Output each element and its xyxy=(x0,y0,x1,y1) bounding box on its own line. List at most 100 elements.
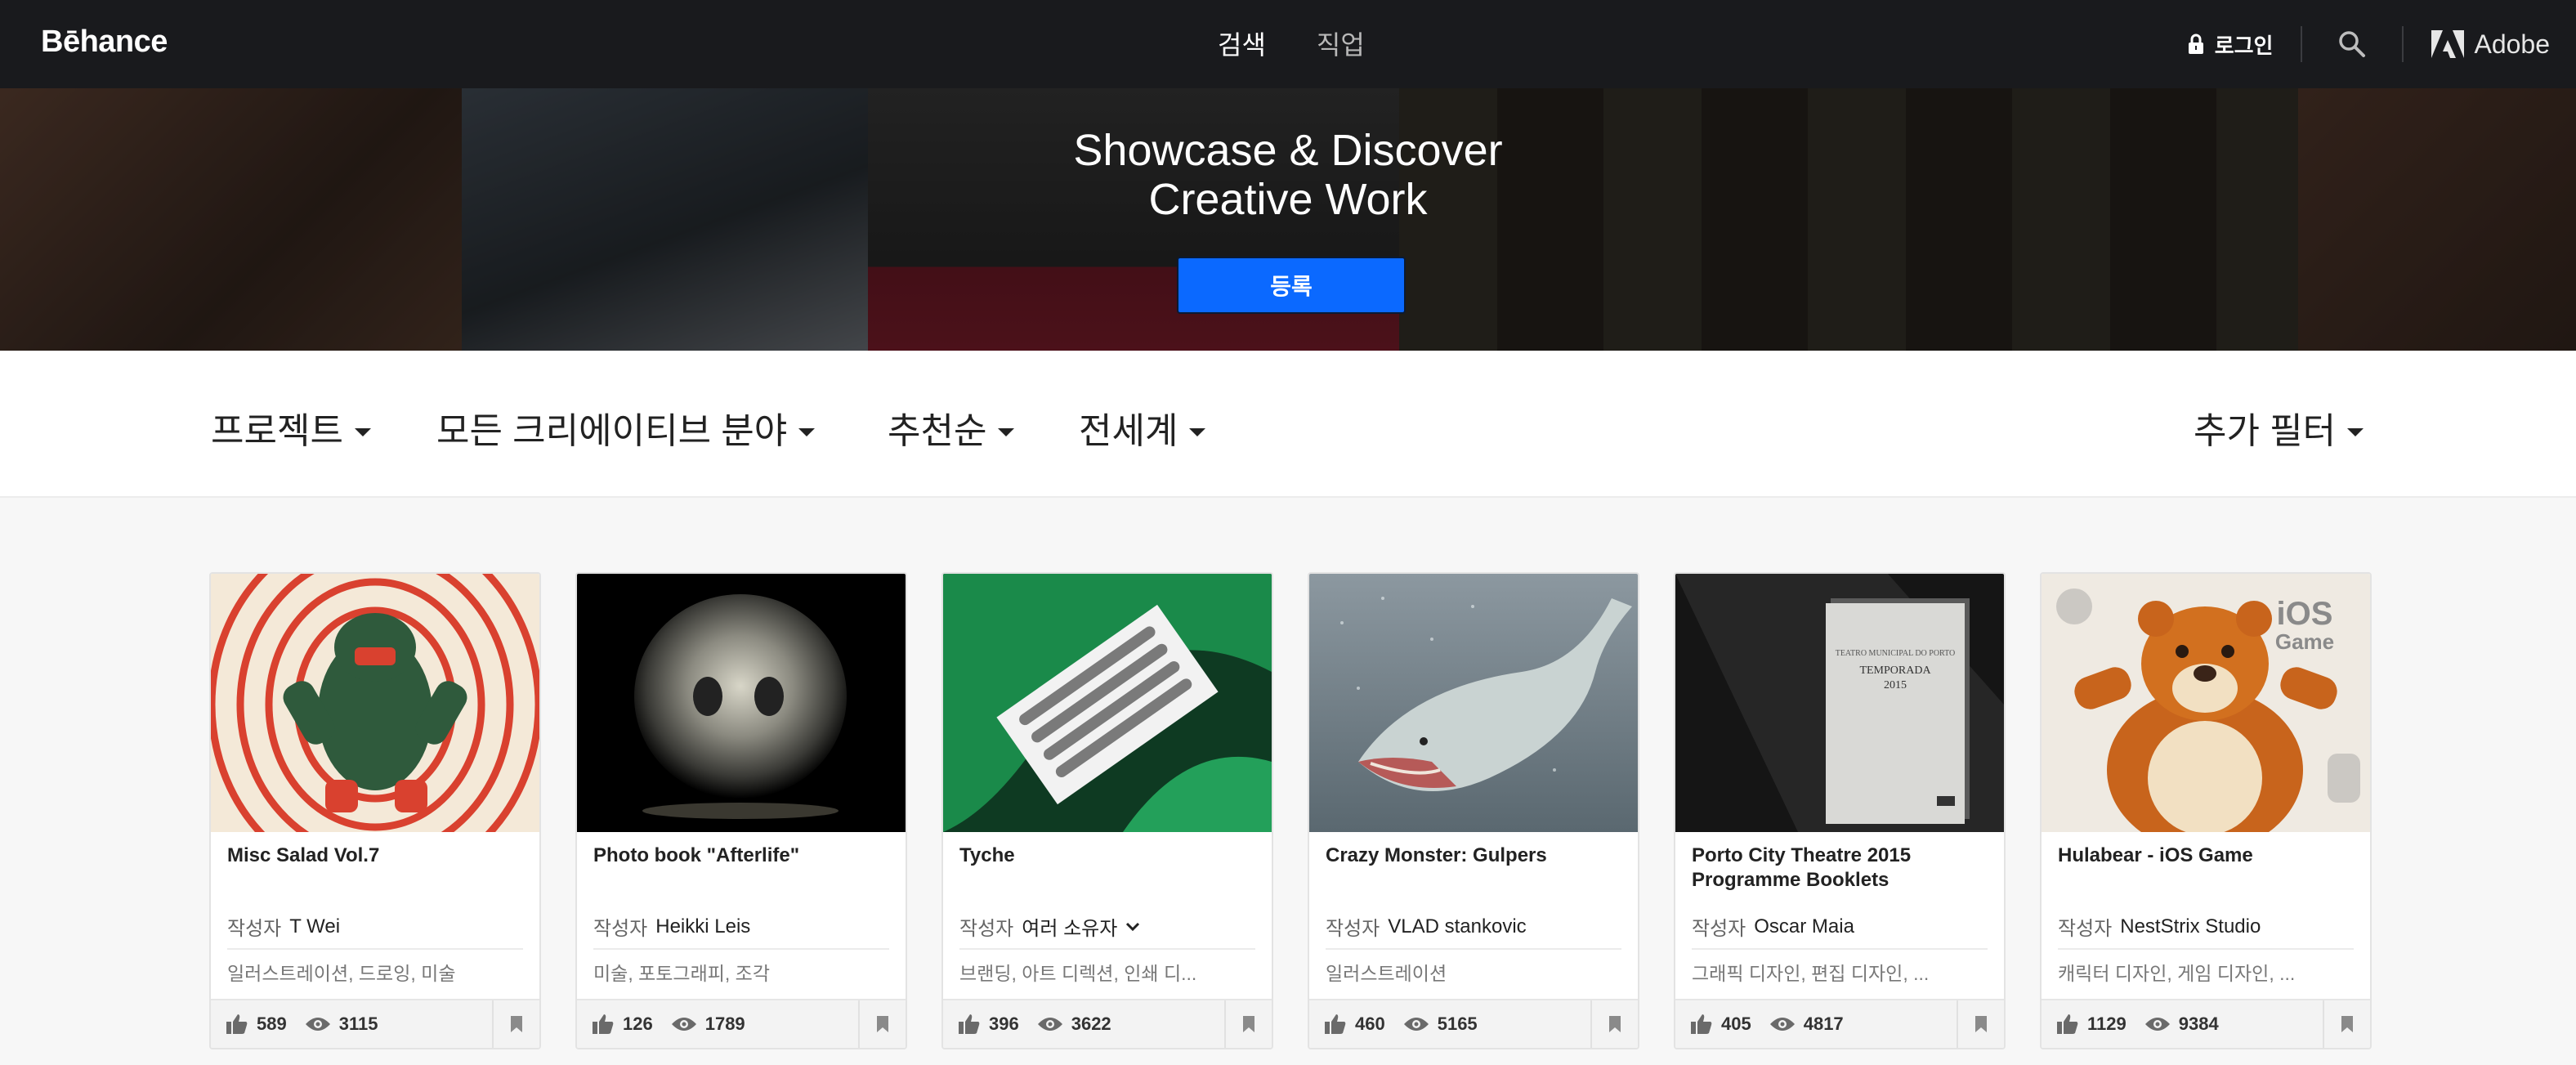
project-title[interactable]: Photo book "Afterlife" xyxy=(593,843,892,868)
nav-search-link[interactable]: 검색 xyxy=(1218,25,1266,62)
caret-down-icon xyxy=(2347,428,2364,436)
views-stat: 9384 xyxy=(2144,1014,2219,1035)
owner-name-link[interactable]: T Wei xyxy=(289,915,340,938)
eye-icon xyxy=(1403,1018,1429,1031)
thumbs-up-icon xyxy=(2057,1014,2078,1034)
thumbs-up-icon xyxy=(1691,1014,1712,1034)
project-title[interactable]: Porto City Theatre 2015 Programme Bookle… xyxy=(1692,843,1991,893)
views-stat: 4817 xyxy=(1769,1014,1844,1035)
booklet-cover-line1: TEATRO MUNICIPAL DO PORTO xyxy=(1836,649,1956,658)
appreciations-stat: 126 xyxy=(592,1014,653,1035)
adobe-link[interactable]: Adobe xyxy=(2431,29,2550,60)
project-thumbnail[interactable] xyxy=(577,574,906,832)
save-project-button[interactable] xyxy=(2323,1000,2370,1048)
owner-name-link[interactable]: Oscar Maia xyxy=(1754,915,1854,938)
save-project-button[interactable] xyxy=(1590,1000,1638,1048)
views-count: 5165 xyxy=(1437,1014,1478,1034)
project-fields[interactable]: 브랜딩, 아트 디렉션, 인쇄 디... xyxy=(959,958,1196,986)
project-thumbnail[interactable] xyxy=(1309,574,1638,832)
eye-icon xyxy=(671,1018,696,1031)
behance-logo[interactable]: Bēhance xyxy=(41,25,168,60)
filter-location-dropdown[interactable]: 전세계 xyxy=(1079,401,1206,454)
hero-title-line2: Creative Work xyxy=(1148,175,1428,224)
views-stat: 5165 xyxy=(1403,1014,1478,1035)
project-title[interactable]: Misc Salad Vol.7 xyxy=(227,843,526,868)
project-fields[interactable]: 일러스트레이션, 드로잉, 미술 xyxy=(227,958,455,986)
project-stats: 405 4817 xyxy=(1675,999,2004,1048)
project-title[interactable]: Hulabear - iOS Game xyxy=(2058,843,2357,868)
project-title[interactable]: Tyche xyxy=(959,843,1259,868)
project-fields[interactable]: 미술, 포토그래피, 조각 xyxy=(593,958,770,986)
owner-prefix: 작성자 xyxy=(2058,918,2113,940)
project-card[interactable]: Tyche 작성자 여러 소유자 브랜딩, 아트 디렉션, 인쇄 디... 39… xyxy=(941,572,1273,1049)
adobe-label: Adobe xyxy=(2474,29,2550,59)
card-divider xyxy=(959,948,1255,950)
game-badge-line1: iOS xyxy=(2277,596,2333,632)
appreciations-count: 126 xyxy=(623,1014,653,1034)
project-title[interactable]: Crazy Monster: Gulpers xyxy=(1326,843,1625,868)
appreciations-count: 405 xyxy=(1721,1014,1751,1034)
search-button[interactable] xyxy=(2302,29,2402,59)
owner-name-link[interactable]: NestStrix Studio xyxy=(2120,915,2261,938)
views-stat: 3115 xyxy=(305,1014,378,1035)
project-stats: 126 1789 xyxy=(577,999,906,1048)
eye-icon xyxy=(1769,1018,1795,1031)
project-thumbnail[interactable] xyxy=(211,574,539,832)
appreciations-count: 396 xyxy=(989,1014,1019,1034)
filter-location-label: 전세계 xyxy=(1079,411,1178,451)
owner-prefix: 작성자 xyxy=(959,918,1014,940)
appreciations-stat: 396 xyxy=(958,1014,1019,1035)
owner-prefix: 작성자 xyxy=(1326,918,1380,940)
owner-name-link[interactable]: Heikki Leis xyxy=(655,915,750,938)
views-count: 1789 xyxy=(704,1014,745,1034)
project-card[interactable]: Misc Salad Vol.7 작성자 T Wei 일러스트레이션, 드로잉,… xyxy=(209,572,541,1049)
project-thumbnail[interactable]: TEATRO MUNICIPAL DO PORTO TEMPORADA 2015 xyxy=(1675,574,2004,832)
filter-creative-field-label: 모든 크리에이티브 분야 xyxy=(436,411,788,451)
project-fields[interactable]: 캐릭터 디자인, 게임 디자인, ... xyxy=(2058,958,2295,986)
project-fields[interactable]: 일러스트레이션 xyxy=(1326,958,1447,986)
views-count: 3622 xyxy=(1071,1014,1111,1034)
project-card[interactable]: Crazy Monster: Gulpers 작성자 VLAD stankovi… xyxy=(1308,572,1639,1049)
bookmark-icon xyxy=(1975,1016,1987,1032)
booklet-cover-line3: 2015 xyxy=(1884,679,1907,691)
views-count: 9384 xyxy=(2178,1014,2219,1034)
owner-name-link[interactable]: VLAD stankovic xyxy=(1388,915,1526,938)
hero-title-line1: Showcase & Discover xyxy=(1073,126,1503,175)
booklet-cover-line2: TEMPORADA xyxy=(1859,665,1931,677)
hero-title: Showcase & Discover Creative Work xyxy=(0,126,2576,224)
save-project-button[interactable] xyxy=(858,1000,906,1048)
card-divider xyxy=(2058,948,2354,950)
appreciations-stat: 589 xyxy=(226,1014,287,1035)
project-owner: 작성자 여러 소유자 xyxy=(959,912,1140,941)
signup-button[interactable]: 등록 xyxy=(1177,257,1406,314)
project-card[interactable]: iOS Game Hulabear - iOS Game 작성자 NestStr… xyxy=(2040,572,2372,1049)
multiple-owners-dropdown[interactable]: 여러 소유자 xyxy=(1022,912,1117,941)
top-navigation-bar: Bēhance 검색 직업 로그인 Adobe xyxy=(0,0,2576,88)
login-button[interactable]: 로그인 xyxy=(2187,29,2273,60)
save-project-button[interactable] xyxy=(492,1000,539,1048)
filter-creative-field-dropdown[interactable]: 모든 크리에이티브 분야 xyxy=(436,401,816,454)
project-thumbnail[interactable]: iOS Game xyxy=(2042,574,2370,832)
save-project-button[interactable] xyxy=(1224,1000,1272,1048)
project-owner: 작성자 T Wei xyxy=(227,912,340,941)
filter-sort-dropdown[interactable]: 추천순 xyxy=(888,401,1015,454)
more-filters-dropdown[interactable]: 추가 필터 xyxy=(2194,401,2364,454)
project-card[interactable]: TEATRO MUNICIPAL DO PORTO TEMPORADA 2015… xyxy=(1674,572,2006,1049)
project-thumbnail[interactable] xyxy=(943,574,1272,832)
project-owner: 작성자 VLAD stankovic xyxy=(1326,912,1527,941)
project-card[interactable]: Photo book "Afterlife" 작성자 Heikki Leis 미… xyxy=(575,572,907,1049)
eye-icon xyxy=(2144,1018,2170,1031)
chevron-down-icon[interactable] xyxy=(1125,922,1140,932)
main-nav: 검색 직업 xyxy=(1218,25,1365,62)
caret-down-icon xyxy=(1189,428,1206,436)
save-project-button[interactable] xyxy=(1957,1000,2004,1048)
thumbs-up-icon xyxy=(593,1014,614,1034)
nav-jobs-link[interactable]: 직업 xyxy=(1317,25,1365,62)
project-fields[interactable]: 그래픽 디자인, 편집 디자인, ... xyxy=(1692,958,1929,986)
caret-down-icon xyxy=(798,428,816,436)
thumbs-up-icon xyxy=(1325,1014,1346,1034)
bookmark-icon xyxy=(1609,1016,1621,1032)
filter-content-type-dropdown[interactable]: 프로젝트 xyxy=(211,401,371,454)
adobe-logo-icon xyxy=(2431,30,2465,58)
bookmark-icon xyxy=(877,1016,888,1032)
